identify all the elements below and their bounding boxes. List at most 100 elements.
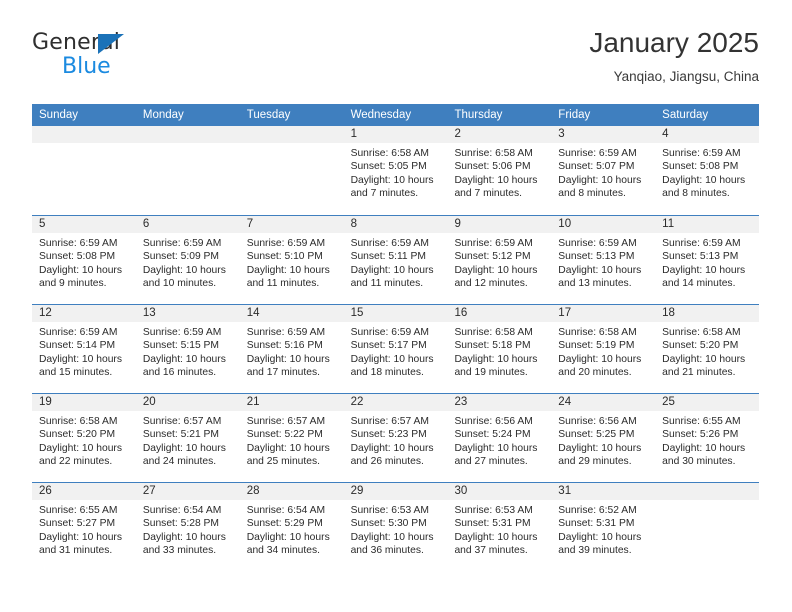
day-sun-info: Sunrise: 6:59 AM Sunset: 5:16 PM Daylight:… <box>240 322 344 380</box>
calendar-day-cell[interactable]: 26 Sunrise: 6:55 AM Sunset: 5:27 PM Dayligh… <box>32 483 136 571</box>
day-number: 12 <box>32 305 136 322</box>
day-sunrise-text: Sunrise: 6:58 AM <box>39 416 118 427</box>
day-daylight-text: and 19 minutes. <box>454 367 528 379</box>
day-sunset-text: Sunset: 5:18 PM <box>454 340 531 352</box>
day-sun-info: Sunrise: 6:59 AM Sunset: 5:07 PM Daylight:… <box>551 143 655 201</box>
day-sunset-text: Sunset: 5:31 PM <box>558 518 635 530</box>
day-sunset-text: Sunset: 5:26 PM <box>662 429 739 441</box>
generalblue-logo[interactable]: General Blue <box>32 30 152 86</box>
day-number: 28 <box>239 483 344 500</box>
day-sun-info: Sunrise: 6:59 AM Sunset: 5:13 PM Daylight:… <box>655 233 759 291</box>
day-sunrise-text: Sunrise: 6:55 AM <box>662 416 741 427</box>
day-sun-info: Sunrise: 6:59 AM Sunset: 5:08 PM Daylight:… <box>32 233 136 291</box>
calendar-day-cell[interactable]: 4 Sunrise: 6:59 AM Sunset: 5:08 PM Daylight… <box>655 126 760 215</box>
day-daylight-text: Daylight: 10 hours <box>39 353 122 365</box>
calendar-day-cell[interactable]: 19 Sunrise: 6:58 AM Sunset: 5:20 PM Dayligh… <box>32 394 136 482</box>
day-sunset-text: Sunset: 5:13 PM <box>662 251 739 263</box>
day-sun-info: Sunrise: 6:55 AM Sunset: 5:26 PM Daylight:… <box>655 411 759 469</box>
calendar-day-cell[interactable]: 13 Sunrise: 6:59 AM Sunset: 5:15 PM Dayligh… <box>135 305 240 393</box>
calendar-day-cell[interactable]: 28 Sunrise: 6:54 AM Sunset: 5:29 PM Dayligh… <box>239 483 344 571</box>
calendar-week-row: 12 Sunrise: 6:59 AM Sunset: 5:14 PM Dayligh… <box>32 304 760 393</box>
calendar-day-cell[interactable]: 14 Sunrise: 6:59 AM Sunset: 5:16 PM Dayligh… <box>239 305 344 393</box>
calendar-day-cell[interactable]: 30 Sunrise: 6:53 AM Sunset: 5:31 PM Dayligh… <box>447 483 552 571</box>
day-sunset-text: Sunset: 5:19 PM <box>558 340 635 352</box>
day-daylight-text: and 20 minutes. <box>558 367 632 379</box>
calendar-day-cell[interactable]: 31 Sunrise: 6:52 AM Sunset: 5:31 PM Dayligh… <box>551 483 656 571</box>
day-sunrise-text: Sunrise: 6:58 AM <box>454 327 533 338</box>
day-sunrise-text: Sunrise: 6:58 AM <box>350 148 429 159</box>
day-number: 18 <box>655 305 760 322</box>
day-number: 3 <box>551 126 656 143</box>
calendar-day-cell[interactable]: 22 Sunrise: 6:57 AM Sunset: 5:23 PM Dayligh… <box>343 394 448 482</box>
weekday-header-wednesday: Wednesday <box>350 109 412 121</box>
day-daylight-text: Daylight: 10 hours <box>142 442 226 454</box>
day-daylight-text: and 8 minutes. <box>662 188 730 200</box>
day-daylight-text: and 39 minutes. <box>558 545 632 557</box>
day-sunrise-text: Sunrise: 6:58 AM <box>454 148 533 159</box>
day-number: 17 <box>551 305 656 322</box>
day-number: 21 <box>239 394 344 411</box>
calendar-day-cell[interactable]: 9 Sunrise: 6:59 AM Sunset: 5:12 PM Daylight… <box>447 216 552 304</box>
calendar-day-cell[interactable]: 17 Sunrise: 6:58 AM Sunset: 5:19 PM Dayligh… <box>551 305 656 393</box>
day-daylight-text: and 25 minutes. <box>246 456 320 468</box>
calendar-day-cell[interactable]: 25 Sunrise: 6:55 AM Sunset: 5:26 PM Dayligh… <box>655 394 760 482</box>
calendar-day-cell[interactable]: 29 Sunrise: 6:53 AM Sunset: 5:30 PM Dayligh… <box>343 483 448 571</box>
weekday-header-saturday: Saturday <box>662 109 709 121</box>
calendar-day-cell[interactable]: 18 Sunrise: 6:58 AM Sunset: 5:20 PM Dayligh… <box>655 305 760 393</box>
day-daylight-text: Daylight: 10 hours <box>454 353 538 365</box>
calendar-day-cell[interactable]: 1 Sunrise: 6:58 AM Sunset: 5:05 PM Daylight… <box>343 126 448 215</box>
day-daylight-text: Daylight: 10 hours <box>246 353 330 365</box>
weekday-header-tuesday: Tuesday <box>246 109 291 121</box>
day-sun-info: Sunrise: 6:59 AM Sunset: 5:08 PM Daylight:… <box>655 143 759 201</box>
page-subtitle: Yanqiao, Jiangsu, China <box>613 69 759 84</box>
day-sunrise-text: Sunrise: 6:58 AM <box>662 327 741 338</box>
day-daylight-text: and 14 minutes. <box>662 278 736 290</box>
calendar-day-cell[interactable]: 24 Sunrise: 6:56 AM Sunset: 5:25 PM Dayligh… <box>551 394 656 482</box>
day-sun-info: Sunrise: 6:59 AM Sunset: 5:12 PM Daylight:… <box>447 233 551 291</box>
calendar-grid: Sunday Monday Tuesday Wednesday Thursday… <box>32 104 760 571</box>
calendar-day-cell[interactable]: 2 Sunrise: 6:58 AM Sunset: 5:06 PM Daylight… <box>447 126 552 215</box>
day-sun-info: Sunrise: 6:53 AM Sunset: 5:30 PM Daylight:… <box>344 500 448 558</box>
calendar-day-cell[interactable]: 21 Sunrise: 6:57 AM Sunset: 5:22 PM Dayligh… <box>239 394 344 482</box>
day-daylight-text: and 34 minutes. <box>246 545 320 557</box>
day-sunrise-text: Sunrise: 6:59 AM <box>246 327 326 338</box>
calendar-day-cell[interactable]: 3 Sunrise: 6:59 AM Sunset: 5:07 PM Daylight… <box>551 126 656 215</box>
day-sunrise-text: Sunrise: 6:59 AM <box>39 327 118 338</box>
day-sunrise-text: Sunrise: 6:59 AM <box>454 238 533 249</box>
calendar-day-cell[interactable]: 20 Sunrise: 6:57 AM Sunset: 5:21 PM Dayligh… <box>135 394 240 482</box>
day-sunrise-text: Sunrise: 6:59 AM <box>142 238 222 249</box>
day-daylight-text: Daylight: 10 hours <box>350 174 434 186</box>
day-number <box>32 126 136 143</box>
calendar-week-row: 1 Sunrise: 6:58 AM Sunset: 5:05 PM Daylight… <box>32 126 760 215</box>
calendar-day-cell[interactable]: 11 Sunrise: 6:59 AM Sunset: 5:13 PM Dayligh… <box>655 216 760 304</box>
day-number <box>239 126 344 143</box>
day-sunset-text: Sunset: 5:08 PM <box>39 251 116 263</box>
day-sunrise-text: Sunrise: 6:59 AM <box>350 327 429 338</box>
day-daylight-text: and 12 minutes. <box>454 278 528 290</box>
calendar-day-cell[interactable]: 5 Sunrise: 6:59 AM Sunset: 5:08 PM Daylight… <box>32 216 136 304</box>
calendar-day-cell[interactable]: 16 Sunrise: 6:58 AM Sunset: 5:18 PM Dayligh… <box>447 305 552 393</box>
calendar-day-cell[interactable]: 23 Sunrise: 6:56 AM Sunset: 5:24 PM Dayligh… <box>447 394 552 482</box>
day-number: 19 <box>32 394 136 411</box>
calendar-day-cell[interactable]: 8 Sunrise: 6:59 AM Sunset: 5:11 PM Daylight… <box>343 216 448 304</box>
calendar-day-cell[interactable]: 27 Sunrise: 6:54 AM Sunset: 5:28 PM Dayligh… <box>135 483 240 571</box>
day-daylight-text: Daylight: 10 hours <box>142 264 226 276</box>
logo-triangle-icon <box>98 34 124 54</box>
calendar-day-cell[interactable]: 15 Sunrise: 6:59 AM Sunset: 5:17 PM Dayligh… <box>343 305 448 393</box>
day-sunrise-text: Sunrise: 6:57 AM <box>246 416 326 427</box>
day-sunrise-text: Sunrise: 6:56 AM <box>454 416 533 427</box>
day-daylight-text: and 17 minutes. <box>246 367 320 379</box>
day-number: 1 <box>343 126 448 143</box>
calendar-day-cell[interactable]: 7 Sunrise: 6:59 AM Sunset: 5:10 PM Daylight… <box>239 216 344 304</box>
calendar-day-cell-empty <box>135 126 240 215</box>
day-number: 15 <box>343 305 448 322</box>
day-number <box>135 126 240 143</box>
calendar-day-cell[interactable]: 10 Sunrise: 6:59 AM Sunset: 5:13 PM Dayligh… <box>551 216 656 304</box>
day-sunset-text: Sunset: 5:22 PM <box>246 429 323 441</box>
calendar-day-cell[interactable]: 6 Sunrise: 6:59 AM Sunset: 5:09 PM Daylight… <box>135 216 240 304</box>
day-sun-info: Sunrise: 6:58 AM Sunset: 5:19 PM Daylight:… <box>551 322 655 380</box>
day-sunset-text: Sunset: 5:21 PM <box>142 429 219 441</box>
calendar-day-cell-empty <box>239 126 344 215</box>
calendar-day-cell[interactable]: 12 Sunrise: 6:59 AM Sunset: 5:14 PM Dayligh… <box>32 305 136 393</box>
day-number: 5 <box>32 216 136 233</box>
